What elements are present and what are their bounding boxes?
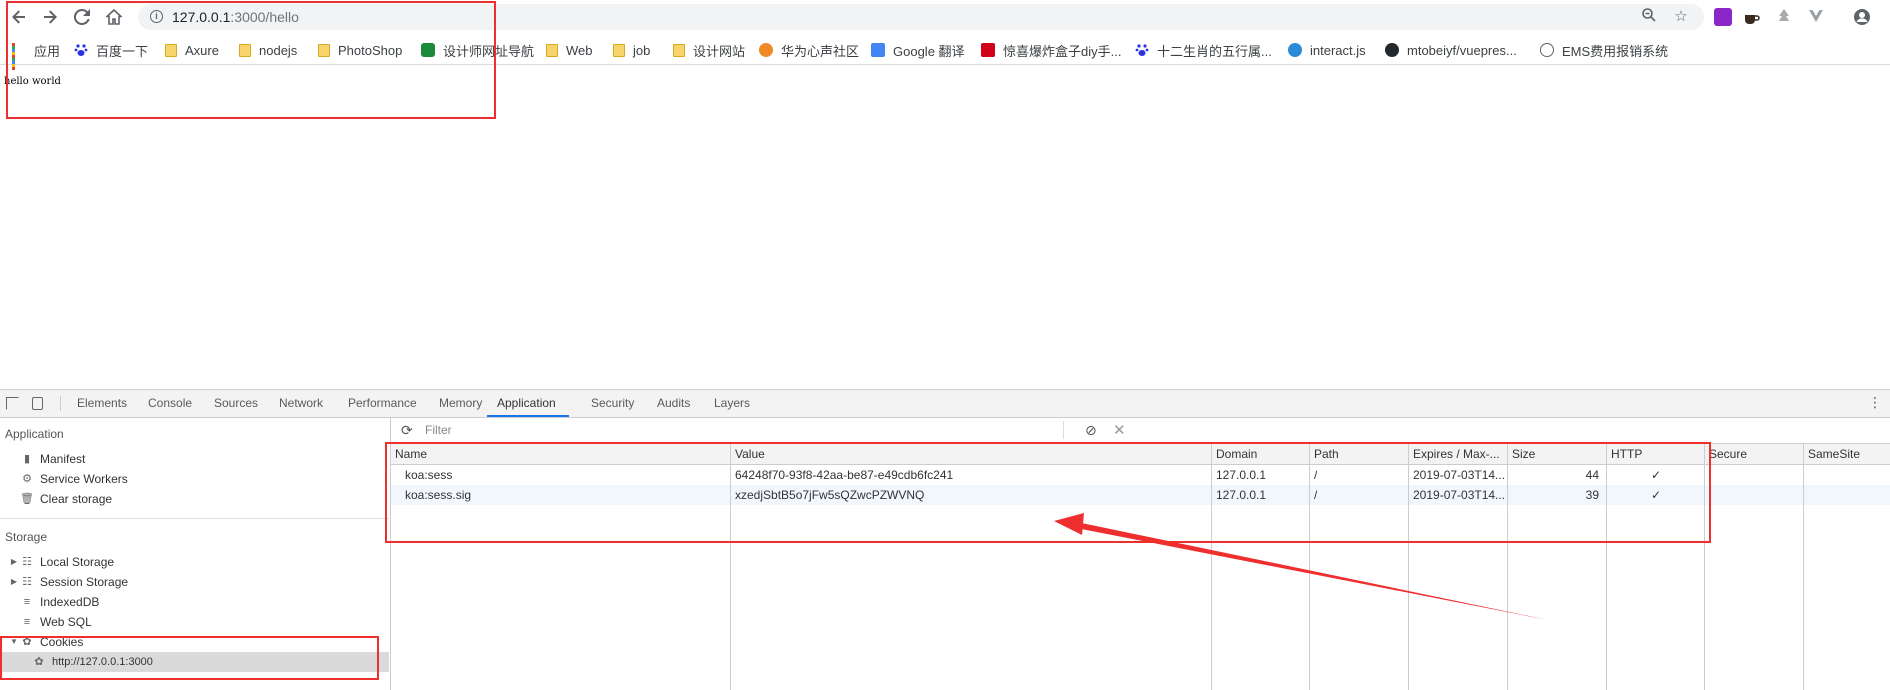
tab-console[interactable]: Console: [148, 390, 192, 417]
expand-arrow-icon[interactable]: ▶: [7, 572, 21, 592]
tab-application[interactable]: Application: [487, 390, 569, 417]
tab-security[interactable]: Security: [591, 390, 634, 417]
sidebar-item-web-sql[interactable]: ≡ Web SQL: [0, 612, 389, 632]
tab-elements[interactable]: Elements: [77, 390, 127, 417]
extension-vue-icon[interactable]: [1808, 8, 1826, 26]
refresh-icon[interactable]: ⟳: [401, 422, 413, 439]
bookmark-job[interactable]: job: [613, 41, 650, 59]
bookmark-design-sites[interactable]: 设计网站: [673, 41, 745, 59]
bookmark-label: 华为心声社区: [781, 43, 860, 59]
expand-arrow-icon[interactable]: ▶: [7, 552, 21, 572]
translate-icon: [871, 43, 885, 57]
bookmark-google-translate[interactable]: Google 翻译: [871, 41, 965, 59]
interact-icon: [1288, 43, 1302, 57]
annotation-box-cookie-origin: [0, 636, 379, 680]
profile-icon[interactable]: [1853, 8, 1871, 26]
bookmark-label: mtobeiyf/vuepres...: [1407, 42, 1517, 58]
tab-network[interactable]: Network: [279, 390, 323, 417]
table-icon: ☷: [22, 576, 32, 588]
gear-icon: ⚙: [22, 473, 32, 485]
table-icon: ☷: [22, 556, 32, 568]
bookmark-github-vuepress[interactable]: mtobeiyf/vuepres...: [1385, 41, 1517, 59]
extension-rp-icon[interactable]: [1714, 8, 1732, 26]
sidebar-item-label: Manifest: [40, 452, 86, 466]
globe-icon: [1540, 43, 1554, 57]
tab-divider: [60, 396, 61, 411]
document-icon: ▮: [23, 453, 31, 465]
section-header-application: Application: [5, 427, 64, 441]
inspect-element-icon[interactable]: [6, 397, 19, 410]
bookmark-huawei[interactable]: 华为心声社区: [759, 41, 859, 59]
sidebar-item-manifest[interactable]: ▮ Manifest: [0, 449, 389, 469]
column-header-secure[interactable]: Secure: [1709, 444, 1747, 464]
sidebar-item-session-storage[interactable]: ▶ ☷ Session Storage: [0, 572, 389, 592]
sidebar-item-indexeddb[interactable]: ≡ IndexedDB: [0, 592, 389, 612]
sidebar-item-label: Session Storage: [40, 575, 129, 589]
bookmark-label: 十二生肖的五行属...: [1157, 43, 1272, 59]
star-icon[interactable]: ☆: [1672, 8, 1690, 26]
filter-input[interactable]: [421, 421, 1064, 439]
database-icon: ≡: [23, 596, 31, 608]
sidebar-divider: [0, 518, 389, 519]
database-icon: ≡: [23, 616, 31, 628]
bookmark-interactjs[interactable]: interact.js: [1288, 41, 1366, 59]
bookmark-label: Google 翻译: [893, 43, 965, 59]
github-icon: [1385, 43, 1399, 57]
devtools-tabbar: Elements Console Sources Network Perform…: [0, 390, 1890, 418]
tab-performance[interactable]: Performance: [348, 390, 417, 417]
sidebar-item-clear-storage[interactable]: 🗑 Clear storage: [0, 489, 389, 509]
bookmark-ems[interactable]: EMS费用报销系统: [1540, 41, 1668, 59]
section-header-storage: Storage: [5, 530, 48, 544]
annotation-box-cookies: [385, 442, 1711, 543]
bookmark-label: 设计网站: [693, 43, 746, 59]
tab-layers[interactable]: Layers: [714, 390, 750, 417]
bookmark-label: job: [633, 42, 651, 58]
sidebar-item-label: Web SQL: [40, 615, 92, 629]
delete-selected-icon[interactable]: ✕: [1113, 421, 1126, 439]
sidebar-item-local-storage[interactable]: ▶ ☷ Local Storage: [0, 552, 389, 572]
bookmark-label: Web: [566, 42, 593, 58]
folder-icon: [613, 43, 625, 57]
cookie-filter-bar: ⟳ ⊘ ✕: [391, 418, 1890, 444]
sidebar-item-service-workers[interactable]: ⚙ Service Workers: [0, 469, 389, 489]
tab-memory[interactable]: Memory: [439, 390, 482, 417]
device-toolbar-icon[interactable]: [32, 397, 43, 410]
baidu-icon: [1135, 43, 1149, 57]
sidebar-item-label: Local Storage: [40, 555, 115, 569]
huawei-icon: [759, 43, 773, 57]
tab-sources[interactable]: Sources: [214, 390, 258, 417]
more-options-icon[interactable]: ⋮: [1868, 395, 1882, 409]
extension-tree-icon[interactable]: [1776, 8, 1794, 26]
zoom-icon[interactable]: [1640, 8, 1658, 26]
bookmark-zodiac[interactable]: 十二生肖的五行属...: [1135, 41, 1272, 59]
extension-coffee-icon[interactable]: [1742, 8, 1760, 26]
folder-icon: [546, 43, 558, 57]
clear-all-icon[interactable]: ⊘: [1085, 422, 1097, 439]
folder-icon: [673, 43, 685, 57]
bookmark-taobao[interactable]: 惊喜爆炸盒子diy手...: [981, 41, 1121, 59]
bookmark-label: 惊喜爆炸盒子diy手...: [1003, 43, 1122, 59]
annotation-box-url: [6, 1, 496, 119]
sidebar-item-label: IndexedDB: [40, 595, 100, 609]
tab-audits[interactable]: Audits: [657, 390, 690, 417]
sidebar-item-label: Clear storage: [40, 492, 113, 506]
bookmark-label: interact.js: [1310, 42, 1366, 58]
column-divider[interactable]: [1803, 444, 1804, 690]
bookmark-web[interactable]: Web: [546, 41, 593, 59]
sidebar-item-label: Service Workers: [40, 472, 128, 486]
column-header-samesite[interactable]: SameSite: [1808, 444, 1860, 464]
trash-icon: 🗑: [20, 493, 34, 505]
bookmark-label: EMS费用报销系统: [1562, 43, 1669, 59]
taobao-icon: [981, 43, 995, 57]
